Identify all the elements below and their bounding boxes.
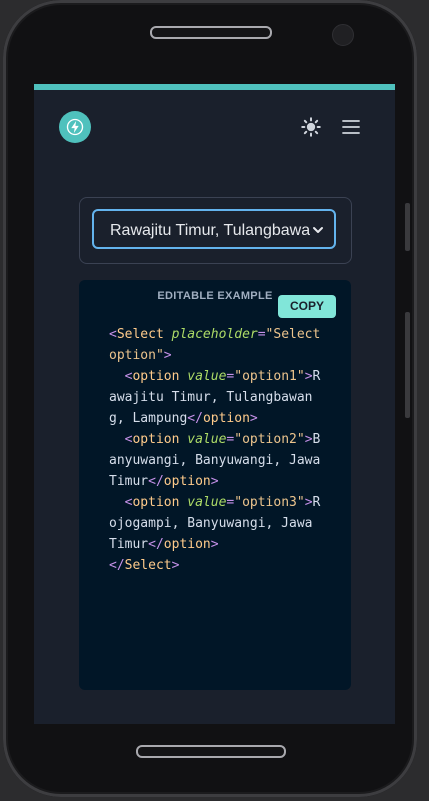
code-tag: Select xyxy=(124,558,172,573)
power-button xyxy=(405,312,410,418)
code-tag: option xyxy=(132,495,180,510)
code-tag: Select xyxy=(116,327,164,342)
lightning-bolt-icon[interactable] xyxy=(59,111,91,143)
code-example-panel: EDITABLE EXAMPLE COPY <Select placeholde… xyxy=(79,280,351,690)
front-camera xyxy=(332,24,354,46)
code-attr: value xyxy=(187,369,227,384)
code-attr: placeholder xyxy=(171,327,258,342)
theme-toggle-button[interactable] xyxy=(300,116,322,138)
code-editor[interactable]: <Select placeholder="Select option"> <op… xyxy=(109,324,324,576)
sun-icon xyxy=(301,117,321,137)
home-button[interactable] xyxy=(136,745,286,758)
phone-frame: Rawajitu Timur, Tulangbawang, Lampung ED… xyxy=(3,0,417,797)
location-select[interactable]: Rawajitu Timur, Tulangbawang, Lampung xyxy=(92,209,336,249)
code-attr: value xyxy=(187,495,227,510)
select-selected-value: Rawajitu Timur, Tulangbawang, Lampung xyxy=(110,222,310,239)
menu-button[interactable] xyxy=(340,116,362,138)
select-preview-box: Rawajitu Timur, Tulangbawang, Lampung xyxy=(79,197,352,264)
code-attr: value xyxy=(187,432,227,447)
chevron-down-icon xyxy=(313,227,323,233)
app-screen: Rawajitu Timur, Tulangbawang, Lampung ED… xyxy=(34,84,395,724)
code-tag: option xyxy=(202,411,250,426)
volume-button xyxy=(405,203,410,251)
code-tag: option xyxy=(163,537,211,552)
code-string: "option2" xyxy=(234,432,305,447)
code-tag: option xyxy=(132,432,180,447)
accent-top-bar xyxy=(34,84,395,90)
code-string: "option3" xyxy=(234,495,305,510)
hamburger-menu-icon xyxy=(342,120,360,134)
copy-button[interactable]: COPY xyxy=(278,295,336,318)
earpiece-speaker xyxy=(150,26,272,39)
code-tag: option xyxy=(132,369,180,384)
code-string: "option1" xyxy=(234,369,305,384)
code-tag: option xyxy=(163,474,211,489)
